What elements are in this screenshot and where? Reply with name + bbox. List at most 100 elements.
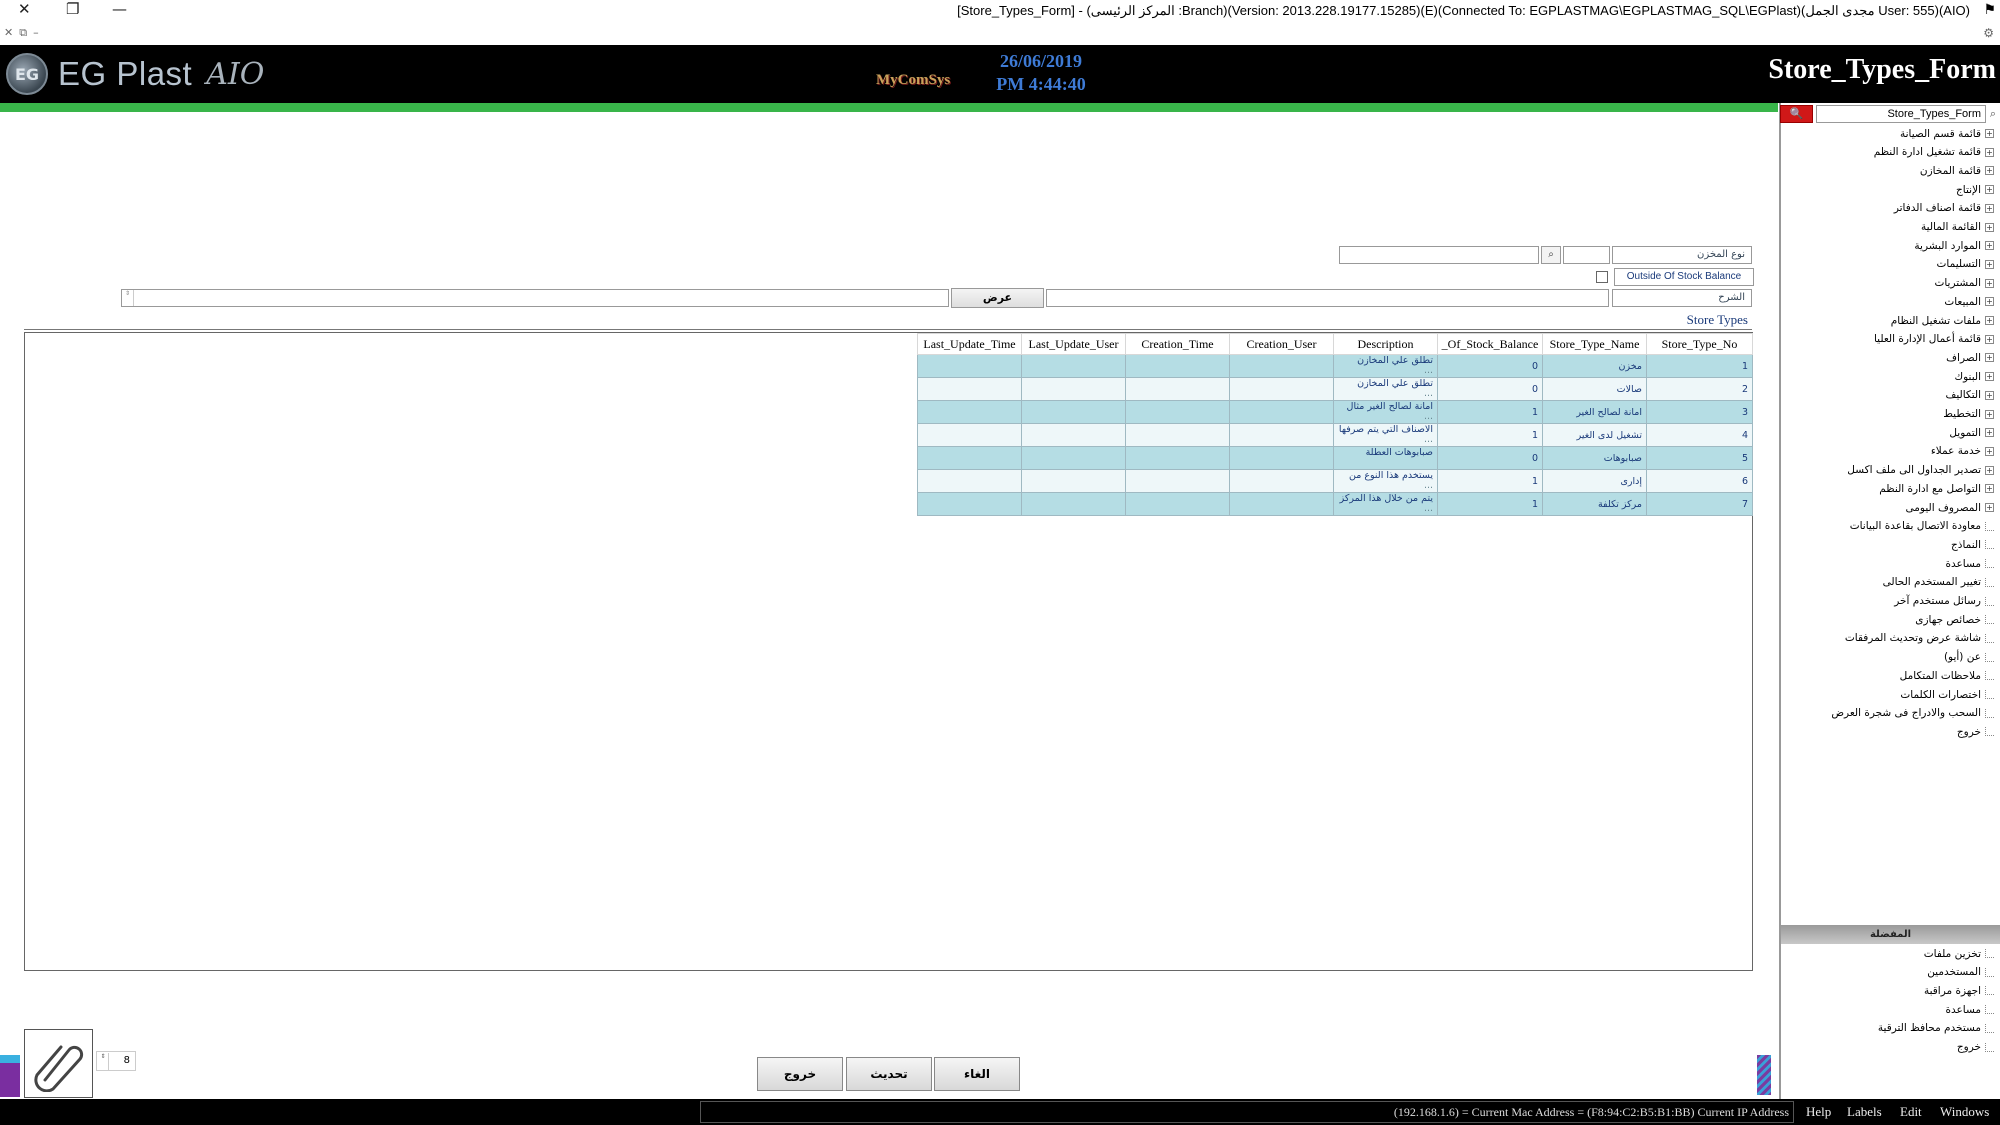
tree-item[interactable]: ملفات تشغيل النظام + bbox=[1891, 312, 1994, 329]
cell-last-update-user[interactable] bbox=[1021, 400, 1126, 424]
cell-creation-user[interactable] bbox=[1229, 377, 1334, 401]
cell-store-type-no[interactable]: 3 bbox=[1646, 400, 1753, 424]
expand-icon[interactable]: + bbox=[1985, 409, 1994, 419]
tree-item[interactable]: خصائص جهازى bbox=[1915, 611, 1994, 628]
cell-last-update-time[interactable] bbox=[917, 354, 1022, 378]
mdi-control-icons[interactable]: ✕⧉– bbox=[4, 26, 45, 40]
cell-store-type-name[interactable]: امانة لصالح الغير bbox=[1542, 400, 1647, 424]
tree-item[interactable]: رسائل مستخدم آخر bbox=[1894, 593, 1994, 610]
favorite-item[interactable]: مستخدم محافظ الترقية bbox=[1878, 1020, 1994, 1037]
expand-icon[interactable]: + bbox=[1985, 353, 1994, 363]
tree-item[interactable]: قائمة قسم الصيانة + bbox=[1900, 125, 1994, 142]
cell-creation-user[interactable] bbox=[1229, 400, 1334, 424]
tree-item[interactable]: التخطيط + bbox=[1943, 406, 1994, 423]
cell-store-type-no[interactable]: 7 bbox=[1646, 492, 1753, 516]
tree-item[interactable]: التكاليف + bbox=[1945, 387, 1994, 404]
store-type-name-input[interactable] bbox=[1339, 246, 1539, 264]
column-header[interactable]: Store_Type_No bbox=[1646, 333, 1753, 355]
tree-item[interactable]: قائمة المخازن + bbox=[1920, 162, 1994, 179]
tree-item[interactable]: معاودة الاتصال بقاعدة البيانات bbox=[1850, 518, 1994, 535]
cell-description[interactable]: الاصناف التي يتم صرفها... bbox=[1333, 423, 1438, 447]
cell-last-update-user[interactable] bbox=[1021, 354, 1126, 378]
expand-icon[interactable]: + bbox=[1985, 185, 1994, 195]
expand-icon[interactable]: + bbox=[1985, 241, 1994, 251]
menu-labels[interactable]: Labels bbox=[1847, 1104, 1882, 1120]
cell-creation-user[interactable] bbox=[1229, 423, 1334, 447]
cell-stock-balance[interactable]: 1 bbox=[1437, 423, 1543, 447]
expand-icon[interactable]: + bbox=[1985, 503, 1994, 512]
cell-store-type-no[interactable]: 2 bbox=[1646, 377, 1753, 401]
menu-edit[interactable]: Edit bbox=[1900, 1104, 1922, 1120]
tree-item[interactable]: قائمة اصناف الدفاتر + bbox=[1894, 200, 1994, 217]
column-header[interactable]: Store_Type_Name bbox=[1542, 333, 1647, 355]
outside-stock-checkbox[interactable] bbox=[1596, 271, 1608, 283]
cell-last-update-time[interactable] bbox=[917, 446, 1022, 470]
tree-item[interactable]: الموارد البشرية + bbox=[1914, 237, 1994, 254]
tree-item[interactable]: خدمة عملاء + bbox=[1931, 443, 1994, 460]
favorite-item[interactable]: اجهزة مراقبة bbox=[1924, 982, 1994, 999]
cell-last-update-time[interactable] bbox=[917, 377, 1022, 401]
cell-description[interactable]: صبابوهات العطلة bbox=[1333, 446, 1438, 470]
cell-description[interactable]: يستخدم هذا النوع من... bbox=[1333, 469, 1438, 493]
tree-item[interactable]: شاشة عرض وتحديث المرفقات bbox=[1845, 630, 1994, 647]
expand-icon[interactable]: + bbox=[1985, 446, 1994, 456]
cell-creation-user[interactable] bbox=[1229, 492, 1334, 516]
tree-item[interactable]: عن (أيو) bbox=[1944, 649, 1994, 666]
column-header[interactable]: Description bbox=[1333, 333, 1438, 355]
cell-store-type-no[interactable]: 4 bbox=[1646, 423, 1753, 447]
cell-creation-time[interactable] bbox=[1125, 377, 1230, 401]
table-row[interactable]: صبابوهات العطلة 0 صبابوهات 5 bbox=[917, 446, 1753, 470]
tree-item[interactable]: تصدير الجداول الى ملف اكسل + bbox=[1847, 462, 1994, 479]
cell-creation-time[interactable] bbox=[1125, 469, 1230, 493]
magnifier-icon[interactable]: ⌕ bbox=[1986, 105, 2000, 123]
tree-item[interactable]: الإنتاج + bbox=[1956, 181, 1994, 198]
cell-creation-time[interactable] bbox=[1125, 492, 1230, 516]
menu-windows[interactable]: Windows bbox=[1940, 1104, 1989, 1120]
cell-last-update-time[interactable] bbox=[917, 492, 1022, 516]
resize-grip[interactable] bbox=[1757, 1055, 1771, 1095]
minimize-icon[interactable]: — bbox=[112, 0, 127, 18]
description-wide-input[interactable] bbox=[121, 289, 949, 307]
table-row[interactable]: تطلق علي المخازن... 0 صالات 2 bbox=[917, 377, 1753, 401]
tree-item[interactable]: السحب والادراج فى شجرة العرض bbox=[1831, 705, 1994, 722]
cell-stock-balance[interactable]: 1 bbox=[1437, 492, 1543, 516]
cell-stock-balance[interactable]: 0 bbox=[1437, 377, 1543, 401]
cell-last-update-user[interactable] bbox=[1021, 377, 1126, 401]
expand-icon[interactable]: + bbox=[1985, 316, 1994, 325]
cancel-button[interactable]: الغاء bbox=[934, 1057, 1020, 1091]
expand-icon[interactable]: + bbox=[1985, 297, 1994, 307]
table-row[interactable]: امانة لصالح الغير مثال... 1 امانة لصالح ال… bbox=[917, 400, 1753, 424]
cell-store-type-name[interactable]: مركز تكلفة bbox=[1542, 492, 1647, 516]
cell-description[interactable]: تطلق علي المخازن... bbox=[1333, 377, 1438, 401]
table-row[interactable]: يتم من خلال هذا المركز... 1 مركز تكلفة 7 bbox=[917, 492, 1753, 516]
spin-arrows-icon[interactable]: ⇕ bbox=[98, 1053, 109, 1070]
expand-icon[interactable]: + bbox=[1985, 203, 1994, 213]
cell-last-update-user[interactable] bbox=[1021, 423, 1126, 447]
tree-item[interactable]: قائمة أعمال الإدارة العليا + bbox=[1874, 331, 1994, 348]
cell-creation-user[interactable] bbox=[1229, 469, 1334, 493]
menu-help[interactable]: Help bbox=[1806, 1104, 1831, 1120]
store-type-code-input[interactable] bbox=[1563, 246, 1610, 264]
cell-creation-time[interactable] bbox=[1125, 446, 1230, 470]
page-spinner[interactable]: ⇕ 8 bbox=[96, 1051, 136, 1071]
cell-creation-user[interactable] bbox=[1229, 446, 1334, 470]
tree-item[interactable]: مساعدة bbox=[1946, 555, 1994, 572]
cell-creation-time[interactable] bbox=[1125, 400, 1230, 424]
cell-creation-time[interactable] bbox=[1125, 354, 1230, 378]
favorite-item[interactable]: تخزين ملفات bbox=[1924, 945, 1994, 962]
table-row[interactable]: تطلق علي المخازن... 0 مخزن 1 bbox=[917, 354, 1753, 378]
table-row[interactable]: يستخدم هذا النوع من... 1 إدارى 6 bbox=[917, 469, 1753, 493]
tree-item[interactable]: المبيعات + bbox=[1944, 293, 1994, 310]
cell-store-type-no[interactable]: 1 bbox=[1646, 354, 1753, 378]
cell-last-update-time[interactable] bbox=[917, 423, 1022, 447]
column-header[interactable]: Creation_Time bbox=[1125, 333, 1230, 355]
column-header[interactable]: Last_Update_User bbox=[1021, 333, 1126, 355]
expand-icon[interactable]: + bbox=[1985, 166, 1994, 176]
cell-store-type-no[interactable]: 5 bbox=[1646, 446, 1753, 470]
refresh-button[interactable]: تحديث bbox=[846, 1057, 932, 1091]
cell-last-update-time[interactable] bbox=[917, 469, 1022, 493]
lookup-button[interactable]: ⌕ bbox=[1541, 246, 1561, 264]
tree-item[interactable]: التمويل + bbox=[1949, 424, 1994, 441]
table-row[interactable]: الاصناف التي يتم صرفها... 1 تشغيل لدى الغي… bbox=[917, 423, 1753, 447]
settings-icon[interactable]: ⚙ bbox=[1983, 26, 1994, 40]
